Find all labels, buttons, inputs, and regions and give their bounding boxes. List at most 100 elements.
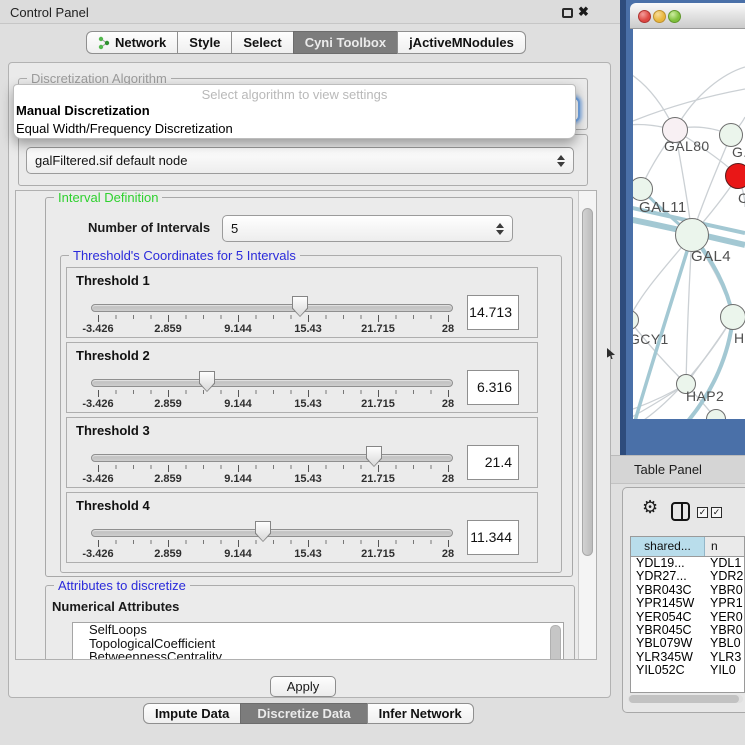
cell: YBL0 [705,637,744,650]
tick-label: 21.715 [361,323,395,335]
threshold-4-slider-track[interactable] [91,529,453,537]
list-item[interactable]: SelfLoops [73,623,563,637]
tab-network[interactable]: Network [86,31,178,54]
threshold-4-value-field[interactable]: 11.344 [467,520,519,555]
interval-definition-group: Interval Definition Number of Intervals … [45,197,573,577]
tick-label: 2.859 [154,473,182,485]
list-item[interactable]: BetweennessCentrality [73,650,563,660]
table-row[interactable]: YPR145WYPR1 [631,597,744,610]
column-header-name[interactable]: n [705,537,744,556]
group-label: Interval Definition [54,190,162,205]
cell: YBL079W [631,637,705,650]
table-row[interactable]: YDR27...YDR2 [631,570,744,583]
cell: YPR1 [705,597,744,610]
threshold-2-slider-thumb[interactable] [199,371,215,392]
tab-discretize-data[interactable]: Discretize Data [240,703,367,724]
threshold-3-value-field[interactable]: 21.4 [467,445,519,480]
dropdown-option-manual-discretization[interactable]: Manual Discretization [14,102,575,120]
checkbox-icon[interactable]: ✓ [711,507,722,518]
tab-label: Impute Data [155,703,229,724]
threshold-2-slider-track[interactable] [91,379,453,387]
close-icon[interactable]: ✖ [578,4,589,20]
column-header-shared-name[interactable]: shared... [631,537,705,556]
table-row[interactable]: YDL19...YDL1 [631,557,744,570]
table-data-combobox[interactable]: galFiltered.sif default node [26,147,574,174]
node-label-h: H [734,330,745,346]
checkbox-icon[interactable]: ✓ [697,507,708,518]
list-item[interactable]: TopologicalCoefficient [73,637,563,651]
threshold-3-slider-track[interactable] [91,454,453,462]
attributes-group: Attributes to discretize Numerical Attri… [45,585,575,660]
table-row[interactable]: YER054CYER0 [631,611,744,624]
cell: YLR3 [705,651,744,664]
dropdown-option-equal-width[interactable]: Equal Width/Frequency Discretization [14,120,575,138]
tick-label: 9.144 [224,473,252,485]
list-scrollbar[interactable] [550,625,561,660]
network-node-red-selected[interactable] [725,163,745,189]
threshold-2-value-field[interactable]: 6.316 [467,370,519,405]
tab-label: Select [243,32,281,53]
tick-label: -3.426 [82,473,113,485]
threshold-label: Threshold 3 [76,423,150,438]
thresholds-group: Threshold's Coordinates for 5 Intervals … [60,255,562,573]
tick-label: 21.715 [361,473,395,485]
table-row[interactable]: YBL079WYBL0 [631,637,744,650]
network-node-h[interactable] [720,304,745,330]
close-traffic-light[interactable] [638,10,651,23]
cell: YIL052C [631,664,705,677]
table-panel-title: Table Panel [634,462,702,477]
tab-label: Discretize Data [257,703,350,724]
gear-icon[interactable]: ⚙ [642,498,658,516]
float-window-icon[interactable] [562,8,573,18]
tick-label: -3.426 [82,398,113,410]
table-header-row: shared... n [631,537,744,557]
cell: YBR043C [631,584,705,597]
group-label: Attributes to discretize [54,578,190,593]
tick-label: 28 [442,473,454,485]
table-row[interactable]: YBR045CYBR0 [631,624,744,637]
node-attribute-table: shared... n YDL19...YDL1 YDR27...YDR2 YB… [630,536,745,693]
cell: YDL1 [705,557,744,570]
threshold-4-slider-thumb[interactable] [255,521,271,542]
threshold-3-slider-thumb[interactable] [366,446,382,467]
network-canvas[interactable]: GAL80 G. C GAL11 GAL4 GCY1 H HAP2 [633,29,745,419]
table-row[interactable]: YIL052CYIL0 [631,664,744,677]
minimize-traffic-light[interactable] [653,10,666,23]
apply-button[interactable]: Apply [270,676,336,697]
tab-jactivemnodules[interactable]: jActiveMNodules [397,31,526,54]
threshold-1-slider-thumb[interactable] [292,296,308,317]
cell: YER054C [631,611,705,624]
network-node-gal4[interactable] [675,218,709,252]
table-row[interactable]: YLR345WYLR3 [631,651,744,664]
slider-major-ticks [98,390,450,397]
tab-style[interactable]: Style [177,31,232,54]
node-label-gal11: GAL11 [639,199,687,216]
zoom-traffic-light[interactable] [668,10,681,23]
tab-impute-data[interactable]: Impute Data [143,703,241,724]
node-label-g: G. [732,144,745,160]
attributes-list: SelfLoops TopologicalCoefficient Between… [72,622,564,660]
settings-scrollbar-thumb[interactable] [582,208,593,556]
control-panel-title: Control Panel [10,5,89,20]
dropdown-placeholder-option: Select algorithm to view settings [14,85,575,102]
tick-label: 9.144 [224,323,252,335]
table-horizontal-scrollbar[interactable] [628,695,743,703]
tab-select[interactable]: Select [231,31,293,54]
threshold-1-slider-track[interactable] [91,304,453,312]
tab-cyni-toolbox[interactable]: Cyni Toolbox [293,31,398,54]
table-row[interactable]: YBR043CYBR0 [631,584,744,597]
tick-label: 21.715 [361,398,395,410]
cell: YBR0 [705,624,744,637]
num-intervals-combobox[interactable]: 5 [222,215,513,242]
tick-label: 9.144 [224,548,252,560]
node-label-gcy1: GCY1 [633,331,669,347]
columns-icon[interactable] [671,502,690,521]
network-window-titlebar [630,3,745,29]
threshold-1-value-field[interactable]: 14.713 [467,295,519,330]
network-icon [98,36,110,50]
settings-scroll-area: Interval Definition Number of Intervals … [15,190,597,660]
cell: YBR045C [631,624,705,637]
cyni-bottom-tabbar: Impute Data Discretize Data Infer Networ… [143,703,474,724]
tab-infer-network[interactable]: Infer Network [367,703,474,724]
tick-label: 2.859 [154,398,182,410]
